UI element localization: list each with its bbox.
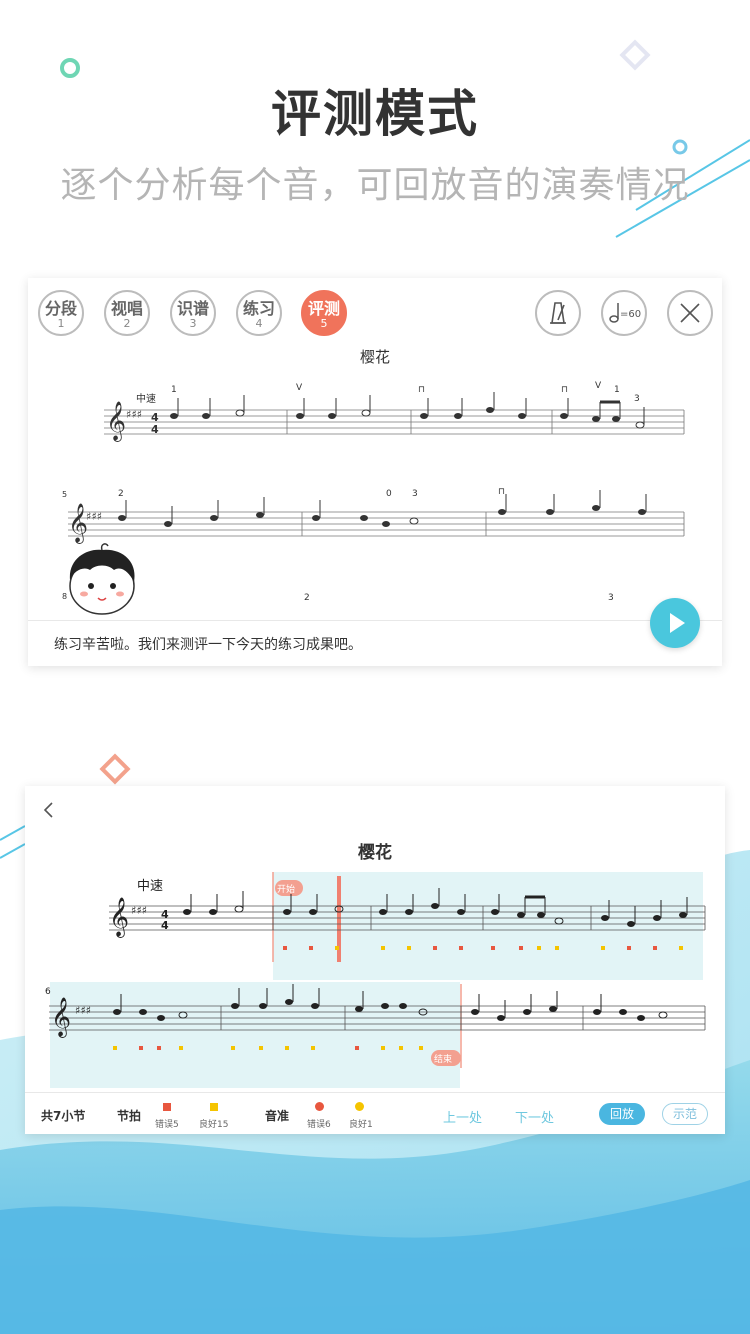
mode-label: 练习	[242, 299, 275, 318]
metronome-button[interactable]	[535, 290, 581, 336]
pitch-error-count: 错误6	[307, 1120, 331, 1130]
svg-text:𝄞: 𝄞	[109, 897, 129, 938]
svg-text:2: 2	[304, 593, 310, 603]
mode-number: 3	[189, 317, 197, 330]
mode-label: 识谱	[176, 299, 209, 318]
svg-text:⊓: ⊓	[418, 385, 425, 395]
svg-text:4: 4	[161, 919, 169, 932]
replay-button[interactable]: 回放	[599, 1103, 645, 1125]
mode-button-evaluate[interactable]: 评测 5	[301, 290, 347, 336]
svg-text:1: 1	[614, 385, 620, 395]
svg-text:⊓: ⊓	[561, 385, 568, 395]
svg-text:1: 1	[171, 385, 177, 395]
rhythm-error-count: 错误5	[155, 1120, 179, 1130]
treble-clef: 𝄞	[106, 401, 126, 442]
score-title: 樱花	[359, 348, 390, 366]
svg-text:V: V	[296, 383, 303, 393]
mode-button-segment[interactable]: 分段 1	[38, 290, 84, 336]
evaluation-result-card: 樱花 𝄞 ♯♯♯ 4 4 中速 开始 6 𝄞 ♯♯♯ 结束 共7小节 节拍 错误…	[25, 786, 725, 1134]
mode-button-sight-sing[interactable]: 视唱 2	[104, 290, 150, 336]
svg-text:3: 3	[412, 489, 418, 499]
play-icon	[670, 613, 685, 633]
svg-text:2: 2	[118, 489, 124, 499]
svg-text:♯♯♯: ♯♯♯	[126, 408, 142, 421]
svg-text:♯♯♯: ♯♯♯	[131, 904, 147, 917]
play-button[interactable]	[650, 598, 700, 648]
evaluated-sheet-music: 𝄞 ♯♯♯ 4 4 中速 开始 6 𝄞 ♯♯♯ 结束	[45, 872, 706, 1088]
message-bar: 练习辛苦啦。我们来测评一下今天的练习成果吧。	[28, 620, 722, 666]
svg-text:4: 4	[151, 423, 159, 436]
evaluation-footer: 共7小节 节拍 错误5 良好15 音准 错误6 良好1 上一处 下一处 回放 示…	[25, 1092, 725, 1134]
mode-number: 1	[57, 317, 65, 330]
close-icon	[680, 303, 700, 323]
mode-label: 分段	[44, 299, 77, 318]
mode-button-practice[interactable]: 练习 4	[236, 290, 282, 336]
back-arrow-icon[interactable]	[39, 800, 59, 820]
pitch-label: 音准	[265, 1109, 290, 1123]
metronome-icon	[550, 302, 566, 324]
rhythm-good-count: 良好15	[199, 1120, 229, 1130]
pitch-error-marker	[315, 1102, 324, 1111]
svg-text:3: 3	[634, 394, 640, 404]
svg-text:V: V	[595, 381, 602, 391]
close-button[interactable]	[667, 290, 713, 336]
pitch-good-marker	[355, 1102, 364, 1111]
hint-message: 练习辛苦啦。我们来测评一下今天的练习成果吧。	[54, 637, 362, 653]
svg-text:⊓: ⊓	[498, 487, 505, 497]
svg-text:♯♯♯: ♯♯♯	[75, 1004, 91, 1017]
tempo-marking: 中速	[137, 879, 163, 894]
demo-button[interactable]: 示范	[662, 1103, 708, 1125]
tempo-marking: 中速	[136, 392, 156, 405]
staff-line-1	[104, 409, 685, 435]
prev-error-link[interactable]: 上一处	[443, 1107, 482, 1126]
mode-number: 5	[320, 317, 328, 330]
evaluated-region	[50, 982, 460, 1088]
rhythm-good-marker	[210, 1103, 218, 1111]
measure-number: 5	[62, 490, 67, 499]
hero-title: 评测模式	[271, 85, 479, 143]
practice-screen-card: 分段 1 视唱 2 识谱 3 练习 4 评测 5 =60 樱花 𝄞 ♯♯♯ 4 …	[28, 278, 722, 666]
hero-subtitle: 逐个分析每个音，可回放音的演奏情况	[60, 165, 690, 206]
svg-text:𝄞: 𝄞	[51, 997, 71, 1038]
svg-text:3: 3	[608, 593, 614, 603]
staff-line-2	[68, 511, 685, 537]
mode-button-read-score[interactable]: 识谱 3	[170, 290, 216, 336]
svg-text:♯♯♯: ♯♯♯	[86, 510, 102, 523]
end-label: 结束	[434, 1053, 452, 1065]
rhythm-label: 节拍	[117, 1109, 142, 1123]
total-measures: 共7小节	[41, 1109, 86, 1123]
mode-label: 评测	[307, 299, 340, 318]
svg-text:0: 0	[386, 489, 392, 499]
mode-number: 4	[255, 317, 263, 330]
pitch-good-count: 良好1	[349, 1120, 373, 1130]
tempo-value: =60	[620, 309, 642, 320]
next-error-link[interactable]: 下一处	[515, 1107, 554, 1126]
start-label: 开始	[277, 883, 295, 895]
measure-number: 6	[45, 987, 51, 997]
mode-label: 视唱	[110, 299, 143, 318]
rhythm-error-marker	[163, 1103, 171, 1111]
notes-line-2	[118, 490, 647, 527]
tempo-button[interactable]: =60	[601, 290, 647, 336]
mascot-avatar	[69, 543, 135, 615]
score-title: 樱花	[358, 843, 392, 863]
mode-number: 2	[123, 317, 131, 330]
